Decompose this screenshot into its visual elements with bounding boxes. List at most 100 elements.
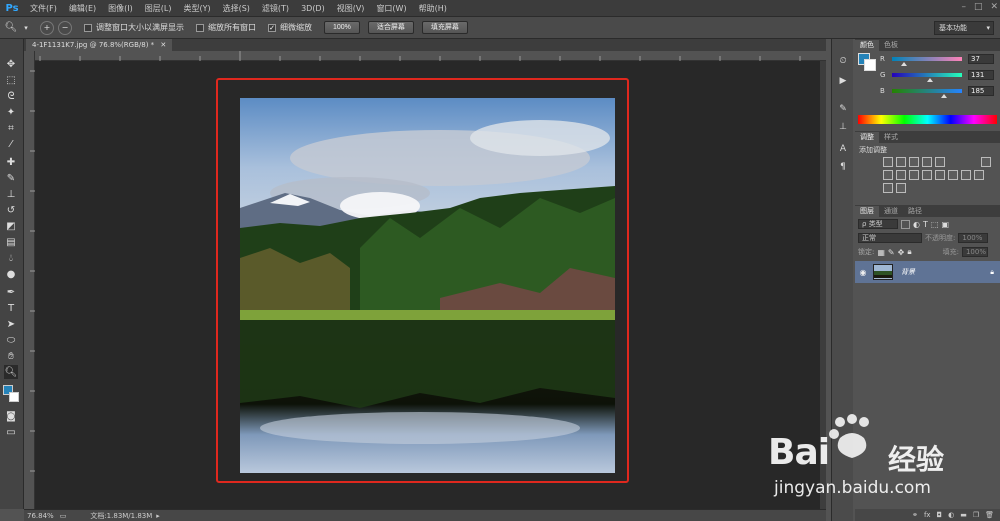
- gradient-tool-icon[interactable]: ▤: [4, 235, 18, 249]
- marquee-tool-icon[interactable]: ⬚: [4, 73, 18, 87]
- lock-image-icon[interactable]: ✎: [888, 248, 895, 257]
- document-tab[interactable]: 4-1F1131K7.jpg @ 76.8%(RGB/8) * ✕: [26, 39, 173, 51]
- menu-file[interactable]: 文件(F): [24, 0, 63, 17]
- new-adjustment-icon[interactable]: ◐: [948, 511, 954, 519]
- layer-row-background[interactable]: ◉ 背景 🔒︎: [855, 261, 1000, 283]
- blue-slider[interactable]: [892, 89, 962, 98]
- type-filter-icon[interactable]: T: [923, 220, 928, 229]
- workspace-select[interactable]: 基本功能 ▾: [934, 21, 994, 35]
- type-tool-icon[interactable]: T: [4, 301, 18, 315]
- crop-tool-icon[interactable]: ⌗: [4, 121, 18, 135]
- fx-icon[interactable]: fx: [924, 511, 931, 519]
- chevron-right-icon[interactable]: ▸: [156, 512, 160, 520]
- tab-styles[interactable]: 样式: [879, 132, 903, 143]
- quick-mask-icon[interactable]: ◙: [4, 409, 18, 423]
- color-balance-icon[interactable]: [883, 170, 893, 180]
- eye-icon[interactable]: ◉: [855, 268, 871, 277]
- color-lookup-icon[interactable]: [935, 170, 945, 180]
- status-info-icon[interactable]: ▭: [60, 512, 67, 520]
- curves-icon[interactable]: [909, 157, 919, 167]
- shape-filter-icon[interactable]: ⬚: [931, 220, 939, 229]
- vertical-ruler[interactable]: [24, 51, 35, 509]
- eyedropper-tool-icon[interactable]: ⁄: [4, 137, 18, 151]
- scrubby-zoom-checkbox[interactable]: ✓ 细微缩放: [268, 22, 312, 33]
- levels-icon[interactable]: [896, 157, 906, 167]
- zoom-100-button[interactable]: 100%: [324, 21, 360, 34]
- tab-swatches[interactable]: 色板: [879, 40, 903, 51]
- shape-tool-icon[interactable]: ⬭: [4, 333, 18, 347]
- menu-edit[interactable]: 编辑(E): [63, 0, 102, 17]
- add-mask-icon[interactable]: ◘: [937, 511, 943, 519]
- paragraph-panel-icon[interactable]: ¶: [837, 161, 849, 173]
- color-spectrum[interactable]: [858, 115, 997, 124]
- pen-tool-icon[interactable]: ✒: [4, 285, 18, 299]
- actions-panel-icon[interactable]: ▶: [837, 75, 849, 87]
- fill-screen-button[interactable]: 填充屏幕: [421, 21, 468, 34]
- menu-type[interactable]: 类型(Y): [177, 0, 216, 17]
- history-brush-tool-icon[interactable]: ↺: [4, 203, 18, 217]
- history-panel-icon[interactable]: ⏲: [837, 55, 849, 67]
- lock-all-icon[interactable]: 🔒︎: [907, 247, 911, 257]
- green-slider[interactable]: [892, 73, 962, 82]
- blur-tool-icon[interactable]: 💧︎: [4, 251, 18, 265]
- layer-kind-filter[interactable]: ρ 类型: [858, 219, 898, 229]
- fit-screen-button[interactable]: 适合屏幕: [367, 21, 414, 34]
- screen-mode-icon[interactable]: ▭: [4, 425, 18, 439]
- clone-source-icon[interactable]: ⊥: [837, 121, 849, 133]
- green-value[interactable]: 131: [968, 70, 994, 80]
- red-slider[interactable]: [892, 57, 962, 66]
- menu-layer[interactable]: 图层(L): [139, 0, 178, 17]
- menu-filter[interactable]: 滤镜(T): [256, 0, 295, 17]
- lasso-tool-icon[interactable]: ᘓ: [4, 89, 18, 103]
- eraser-tool-icon[interactable]: ◩: [4, 219, 18, 233]
- background-color-swatch[interactable]: [9, 392, 19, 402]
- tab-adjustments[interactable]: 调整: [855, 132, 879, 143]
- brightness-icon[interactable]: [883, 157, 893, 167]
- smart-object-filter-icon[interactable]: ▣: [941, 220, 949, 229]
- posterize-icon[interactable]: [961, 170, 971, 180]
- zoom-all-checkbox[interactable]: 缩放所有窗口: [196, 22, 256, 33]
- slider-thumb-icon[interactable]: [901, 62, 907, 66]
- menu-view[interactable]: 视图(V): [331, 0, 371, 17]
- lock-position-icon[interactable]: ✥: [898, 248, 905, 257]
- hue-saturation-icon[interactable]: [981, 157, 991, 167]
- tab-color[interactable]: 颜色: [855, 40, 879, 51]
- photo-filter-icon[interactable]: [909, 170, 919, 180]
- slider-thumb-icon[interactable]: [941, 94, 947, 98]
- menu-window[interactable]: 窗口(W): [370, 0, 412, 17]
- menu-select[interactable]: 选择(S): [217, 0, 256, 17]
- character-panel-icon[interactable]: A: [837, 143, 849, 155]
- new-group-icon[interactable]: ▬: [960, 511, 967, 519]
- horizontal-ruler[interactable]: [35, 51, 826, 61]
- gradient-map-icon[interactable]: [883, 183, 893, 193]
- blend-mode-select[interactable]: 正常: [858, 233, 922, 243]
- selective-color-icon[interactable]: [896, 183, 906, 193]
- menu-help[interactable]: 帮助(H): [413, 0, 453, 17]
- minimize-icon[interactable]: –: [961, 2, 966, 12]
- tab-channels[interactable]: 通道: [879, 206, 903, 217]
- blue-value[interactable]: 185: [968, 86, 994, 96]
- trash-icon[interactable]: 🗑︎: [985, 511, 994, 519]
- vibrance-icon[interactable]: [935, 157, 945, 167]
- lock-transparent-icon[interactable]: ▦: [877, 248, 885, 257]
- close-icon[interactable]: ✕: [160, 41, 166, 49]
- tab-paths[interactable]: 路径: [903, 206, 927, 217]
- invert-icon[interactable]: [948, 170, 958, 180]
- resize-windows-checkbox[interactable]: 调整窗口大小以满屏显示: [84, 22, 184, 33]
- brush-panel-icon[interactable]: ✎: [837, 103, 849, 115]
- layer-name[interactable]: 背景: [901, 267, 915, 277]
- red-value[interactable]: 37: [968, 54, 994, 64]
- clone-stamp-tool-icon[interactable]: ⊥: [4, 187, 18, 201]
- close-icon[interactable]: ✕: [990, 2, 998, 12]
- new-layer-icon[interactable]: ❐: [973, 511, 979, 519]
- magic-wand-tool-icon[interactable]: ✦: [4, 105, 18, 119]
- link-layers-icon[interactable]: ⚭: [912, 511, 918, 519]
- menu-3d[interactable]: 3D(D): [295, 0, 331, 17]
- channel-mixer-icon[interactable]: [922, 170, 932, 180]
- maximize-icon[interactable]: □: [974, 2, 983, 12]
- pixel-filter-icon[interactable]: [901, 219, 910, 229]
- black-white-icon[interactable]: [896, 170, 906, 180]
- zoom-level[interactable]: 76.84%: [27, 512, 54, 520]
- zoom-tool-icon[interactable]: 🔍︎: [4, 21, 18, 35]
- healing-brush-tool-icon[interactable]: ✚: [4, 155, 18, 169]
